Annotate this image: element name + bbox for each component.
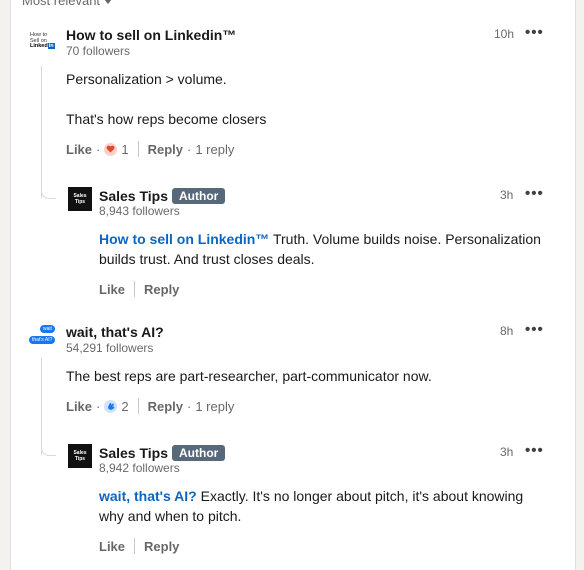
reply-author[interactable]: Sales Tips	[99, 445, 168, 461]
reply-button[interactable]: Reply	[144, 282, 179, 297]
comment-text-line: Personalization > volume.	[66, 71, 227, 87]
reply-actions: Like Reply	[99, 281, 179, 297]
reaction-count[interactable]: 2	[121, 399, 128, 414]
heart-reaction-icon[interactable]	[104, 142, 118, 156]
comment-text-line: The best reps are part-researcher, part-…	[66, 368, 432, 384]
sort-label: Most relevant	[22, 0, 101, 8]
reply-time: 3h	[500, 188, 514, 202]
chevron-down-icon	[104, 0, 113, 4]
linkedin-logo-icon: in	[47, 43, 55, 49]
comment-author[interactable]: How to sell on Linkedin™	[66, 27, 236, 43]
author-followers: 8,942 followers	[99, 461, 180, 475]
comment-time: 10h	[494, 27, 515, 41]
comments-panel: Most relevant How to Sell on Linkedin Ho…	[10, 0, 576, 570]
avatar[interactable]: wait that's AI?	[29, 325, 57, 353]
sort-dropdown[interactable]: Most relevant	[22, 0, 113, 8]
avatar-bubble: that's AI?	[29, 336, 56, 344]
comment-text-line: That's how reps become closers	[66, 111, 267, 127]
avatar[interactable]: Sales Tips	[68, 187, 92, 211]
replies-count[interactable]: 1 reply	[195, 142, 234, 157]
like-button[interactable]: Like	[66, 142, 92, 157]
mention-link[interactable]: How to sell on Linkedin™	[99, 231, 269, 247]
avatar-text: Sales Tips	[73, 193, 87, 205]
reply-author-line: Sales Tips Author	[99, 188, 226, 204]
author-badge: Author	[172, 445, 226, 461]
reply-text: How to sell on Linkedin™ Truth. Volume b…	[99, 229, 549, 269]
more-options-icon[interactable]: •••	[525, 322, 544, 337]
avatar[interactable]: How to Sell on Linkedin	[30, 32, 56, 57]
reply-button[interactable]: Reply	[148, 399, 183, 414]
avatar-bubble: wait	[40, 325, 55, 333]
avatar-brand: Linked	[30, 43, 48, 49]
mention-link[interactable]: wait, that's AI?	[99, 488, 197, 504]
like-button[interactable]: Like	[99, 282, 125, 297]
thread-connector	[41, 427, 56, 456]
more-options-icon[interactable]: •••	[525, 25, 544, 40]
reply-author[interactable]: Sales Tips	[99, 188, 168, 204]
comment-time: 8h	[500, 324, 514, 338]
reply-author-line: Sales Tips Author	[99, 445, 226, 461]
author-badge: Author	[172, 188, 226, 204]
clap-reaction-icon[interactable]	[104, 399, 118, 413]
thread-connector	[41, 170, 56, 199]
more-options-icon[interactable]: •••	[525, 443, 544, 458]
more-options-icon[interactable]: •••	[525, 186, 544, 201]
comment-actions: Like · 1 Reply · 1 reply	[66, 141, 235, 157]
reply-actions: Like Reply	[99, 538, 179, 554]
reply-text: wait, that's AI? Exactly. It's no longer…	[99, 486, 544, 526]
reply-time: 3h	[500, 445, 514, 459]
comment-actions: Like · 2 Reply · 1 reply	[66, 398, 235, 414]
like-button[interactable]: Like	[99, 539, 125, 554]
reply-button[interactable]: Reply	[144, 539, 179, 554]
avatar[interactable]: Sales Tips	[68, 444, 92, 468]
reply-button[interactable]: Reply	[148, 142, 183, 157]
comment-author[interactable]: wait, that's AI?	[66, 324, 164, 340]
avatar-text: Sales Tips	[73, 450, 87, 462]
reaction-count[interactable]: 1	[121, 142, 128, 157]
replies-count[interactable]: 1 reply	[195, 399, 234, 414]
author-followers: 70 followers	[66, 44, 131, 58]
author-followers: 8,943 followers	[99, 204, 180, 218]
like-button[interactable]: Like	[66, 399, 92, 414]
author-followers: 54,291 followers	[66, 341, 154, 355]
